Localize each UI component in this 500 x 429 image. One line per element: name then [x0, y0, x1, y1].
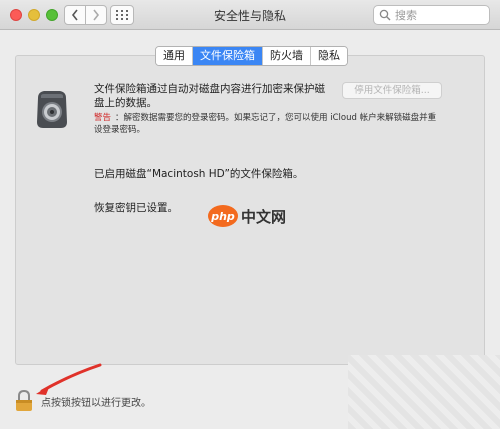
tab-firewall[interactable]: 防火墙 [263, 47, 311, 65]
tab-privacy[interactable]: 隐私 [311, 47, 347, 65]
disable-filevault-button[interactable]: 停用文件保险箱... [342, 82, 442, 99]
recovery-key-status: 恢复密钥已设置。 [94, 202, 178, 214]
lock-area: 点按锁按钮以进行更改。 [15, 390, 151, 412]
pixelated-region [348, 355, 500, 429]
filevault-safe-icon [37, 91, 67, 128]
filevault-description: 文件保险箱通过自动对磁盘内容进行加密来保护磁盘上的数据。 [94, 83, 325, 109]
warning-message: 警告 ：解密数据需要您的登录密码。如果忘记了，您可以使用 iCloud 帐户来解锁… [94, 112, 444, 136]
watermark-text: 中文网 [241, 207, 287, 226]
watermark: php 中文网 [208, 205, 286, 227]
search-field[interactable]: 搜索 [373, 5, 490, 25]
tab-filevault[interactable]: 文件保险箱 [193, 47, 263, 65]
search-icon [379, 9, 391, 21]
title-bar: 安全性与隐私 搜索 [0, 0, 500, 30]
warning-text: ：解密数据需要您的登录密码。如果忘记了，您可以使用 iCloud 帐户来解锁磁盘… [94, 113, 437, 135]
tab-general[interactable]: 通用 [156, 47, 193, 65]
filevault-enabled-status: 已启用磁盘“Macintosh HD”的文件保险箱。 [94, 168, 304, 180]
watermark-logo: php [208, 205, 238, 227]
lock-icon[interactable] [15, 390, 33, 412]
warning-label: 警告 [94, 113, 112, 123]
search-placeholder: 搜索 [395, 9, 417, 22]
lock-label: 点按锁按钮以进行更改。 [41, 397, 151, 409]
tab-bar: 通用 文件保险箱 防火墙 隐私 [155, 46, 348, 66]
